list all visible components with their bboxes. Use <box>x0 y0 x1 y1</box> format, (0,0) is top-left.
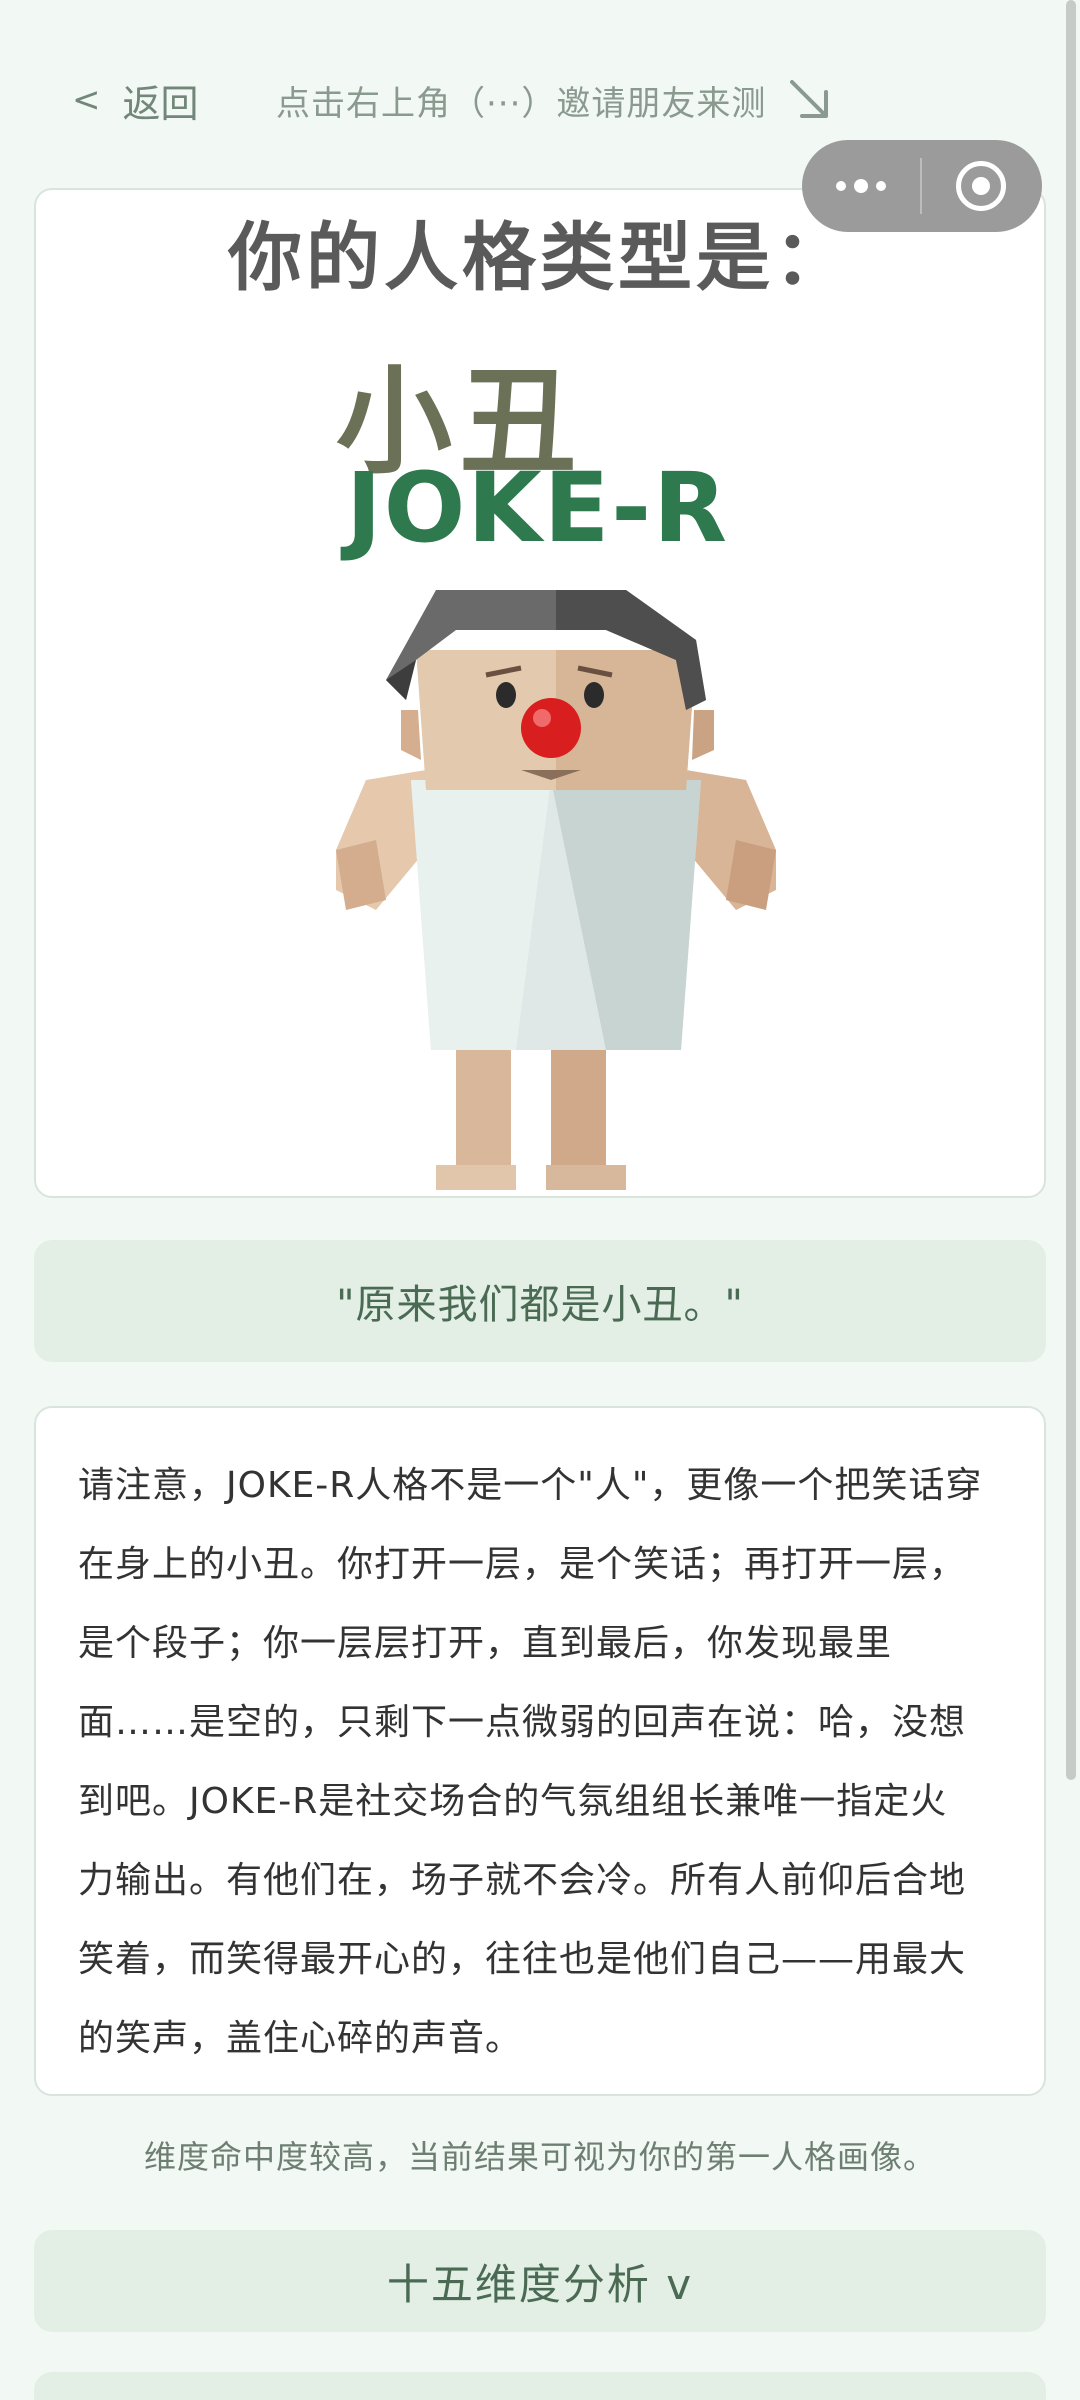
result-image-card: 你的人格类型是： 小丑 JOKE-R <box>34 188 1046 1198</box>
dimension-analysis-button[interactable]: 十五维度分析 v <box>34 2230 1046 2332</box>
scrollbar[interactable] <box>1066 0 1076 1780</box>
description-text: 请注意，JOKE-R人格不是一个"人"，更像一个把笑话穿在身上的小丑。你打开一层… <box>78 1465 983 2059</box>
next-section-card <box>34 2372 1046 2400</box>
result-page: < 返回 点击右上角（···）邀请朋友来测 你的人格类型是： 小丑 JOKE-R <box>0 0 1080 2400</box>
invite-hint: 点击右上角（···）邀请朋友来测 <box>276 60 836 140</box>
target-close-icon <box>956 161 1006 211</box>
more-button[interactable] <box>802 140 920 232</box>
quote-text: "原来我们都是小丑。" <box>336 1282 744 1328</box>
top-bar: < 返回 点击右上角（···）邀请朋友来测 <box>0 60 1080 140</box>
mini-program-capsule <box>802 140 1042 232</box>
back-label: 返回 <box>122 81 199 126</box>
confidence-note: 维度命中度较高，当前结果可视为你的第一人格画像。 <box>143 2138 936 2176</box>
more-dots-icon <box>836 179 886 193</box>
dimension-analysis-label: 十五维度分析 v <box>386 2259 694 2309</box>
chevron-left-icon: < <box>72 80 101 120</box>
invite-hint-text: 点击右上角（···）邀请朋友来测 <box>276 83 767 124</box>
description-card: 请注意，JOKE-R人格不是一个"人"，更像一个把笑话穿在身上的小丑。你打开一层… <box>34 1406 1046 2096</box>
arrow-down-right-icon <box>790 80 829 118</box>
close-button[interactable] <box>922 140 1040 232</box>
personality-type-code: JOKE-R <box>346 452 730 564</box>
clown-illustration <box>336 590 776 1190</box>
quote-box: "原来我们都是小丑。" <box>34 1240 1046 1362</box>
back-button[interactable]: < 返回 <box>72 60 199 140</box>
